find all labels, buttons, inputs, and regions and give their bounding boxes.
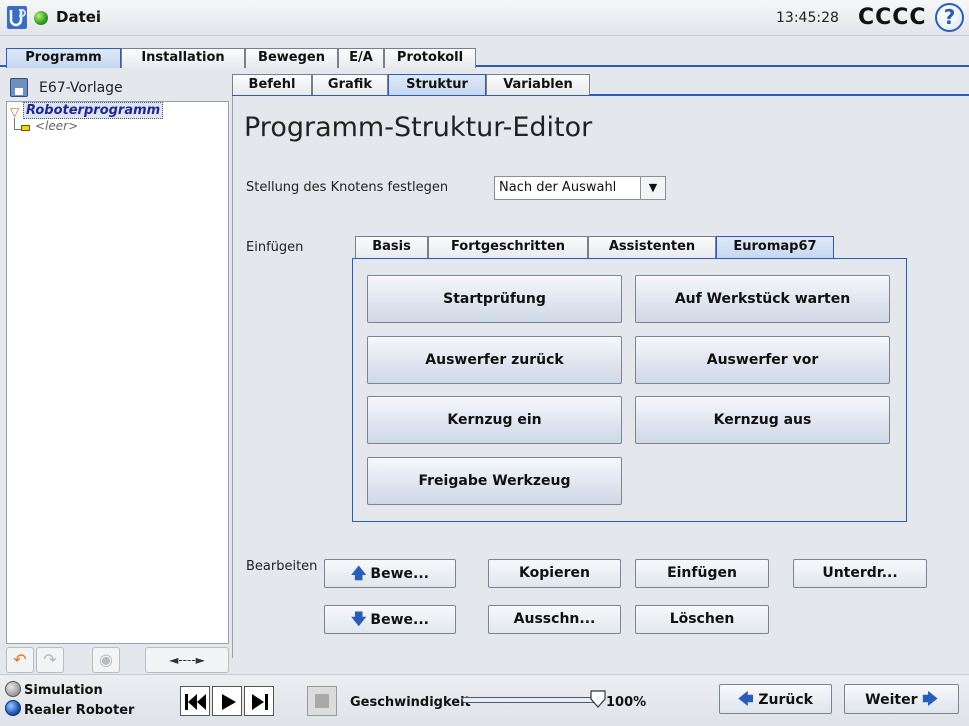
paste-button[interactable]: Einfügen: [635, 559, 769, 588]
tab-bewegen[interactable]: Bewegen: [245, 48, 338, 68]
chevron-down-icon[interactable]: ▼: [640, 177, 665, 199]
file-menu[interactable]: Datei: [56, 8, 101, 26]
copy-button[interactable]: Kopieren: [488, 559, 621, 588]
stop-icon[interactable]: [307, 686, 337, 716]
play-icon[interactable]: [212, 686, 242, 716]
robot-status-icon: [34, 11, 48, 25]
record-icon[interactable]: ◉: [92, 647, 120, 673]
node-position-label: Stellung des Knotens festlegen: [246, 180, 449, 195]
cut-button[interactable]: Ausschn...: [488, 605, 621, 634]
next-label: Weiter: [865, 692, 918, 708]
tree-root-node[interactable]: Roboterprogramm: [23, 102, 164, 119]
step-forward-icon[interactable]: [244, 686, 274, 716]
program-file-name: E67-Vorlage: [39, 80, 123, 96]
tab-programm[interactable]: Programm: [6, 48, 121, 68]
core-pull-off-button[interactable]: Kernzug aus: [635, 396, 890, 444]
arrow-up-icon: 🡅: [351, 564, 367, 582]
program-tree: ▽ Roboterprogramm <leer>: [6, 101, 229, 644]
clock: 13:45:28: [776, 10, 839, 26]
move-down-label: Bewe...: [370, 612, 429, 628]
robot-name: CCCC: [858, 5, 927, 30]
tab-installation[interactable]: Installation: [121, 48, 245, 68]
main-tab-bar: Programm Installation Bewegen E/A Protok…: [0, 42, 969, 68]
ur-logo-icon: [7, 6, 27, 29]
undo-icon[interactable]: ↶: [6, 647, 34, 673]
sub-tab-bar: Befehl Grafik Struktur Variablen: [232, 74, 969, 96]
delete-button[interactable]: Löschen: [635, 605, 769, 634]
save-file-icon[interactable]: [10, 78, 28, 97]
node-position-select[interactable]: Nach der Auswahl ▼: [494, 176, 666, 200]
real-robot-label[interactable]: Realer Roboter: [24, 703, 134, 718]
ejector-forward-button[interactable]: Auswerfer vor: [635, 336, 890, 384]
help-icon[interactable]: ?: [935, 3, 964, 32]
release-tool-button[interactable]: Freigabe Werkzeug: [367, 457, 622, 505]
insert-label: Einfügen: [246, 240, 304, 255]
arrow-down-icon: 🡇: [351, 610, 367, 628]
arrow-left-icon: 🡄: [738, 690, 754, 708]
tree-empty-node[interactable]: <leer>: [35, 119, 78, 133]
speed-slider[interactable]: [462, 697, 604, 703]
tab-assistenten[interactable]: Assistenten: [588, 236, 716, 258]
move-up-label: Bewe...: [370, 566, 429, 582]
speed-slider-thumb[interactable]: [590, 690, 606, 708]
redo-icon[interactable]: ↷: [36, 647, 64, 673]
tab-variablen[interactable]: Variablen: [486, 74, 590, 95]
simulation-radio[interactable]: [5, 681, 21, 697]
node-position-value: Nach der Auswahl: [499, 180, 617, 195]
tab-ea[interactable]: E/A: [338, 48, 384, 68]
program-file-header: E67-Vorlage: [6, 76, 228, 100]
wait-workpiece-button[interactable]: Auf Werkstück warten: [635, 275, 890, 323]
move-down-button[interactable]: 🡇 Bewe...: [324, 605, 456, 634]
arrow-right-icon: 🡆: [922, 690, 938, 708]
tab-grafik[interactable]: Grafik: [312, 74, 388, 95]
real-robot-radio[interactable]: [5, 700, 21, 716]
empty-node-icon: [21, 125, 30, 131]
startpruefung-button[interactable]: Startprüfung: [367, 275, 622, 323]
next-button[interactable]: Weiter 🡆: [844, 684, 959, 714]
simulation-label[interactable]: Simulation: [24, 683, 103, 698]
tab-basis[interactable]: Basis: [355, 236, 428, 258]
tab-befehl[interactable]: Befehl: [232, 74, 312, 95]
speed-slider-fill: [463, 698, 603, 702]
speed-label: Geschwindigkeit: [350, 695, 471, 710]
tab-fortgeschritten[interactable]: Fortgeschritten: [428, 236, 588, 258]
back-button[interactable]: 🡄 Zurück: [719, 684, 832, 714]
suppress-button[interactable]: Unterdr...: [793, 559, 927, 588]
tab-euromap67[interactable]: Euromap67: [716, 236, 834, 258]
tree-expand-icon[interactable]: ▽: [10, 105, 19, 119]
tree-toolbar: ↶ ↷ ◉ ◄----►: [6, 646, 229, 674]
slider-arrows-icon[interactable]: ◄----►: [145, 647, 229, 673]
tab-struktur[interactable]: Struktur: [388, 74, 486, 95]
back-label: Zurück: [758, 692, 813, 708]
edit-label: Bearbeiten: [246, 559, 318, 574]
tab-protokoll[interactable]: Protokoll: [384, 48, 476, 68]
speed-value: 100%: [606, 695, 647, 710]
ejector-back-button[interactable]: Auswerfer zurück: [367, 336, 622, 384]
page-title: Programm-Struktur-Editor: [244, 112, 593, 143]
skip-back-icon[interactable]: [180, 686, 210, 716]
core-pull-on-button[interactable]: Kernzug ein: [367, 396, 622, 444]
move-up-button[interactable]: 🡅 Bewe...: [324, 559, 456, 588]
